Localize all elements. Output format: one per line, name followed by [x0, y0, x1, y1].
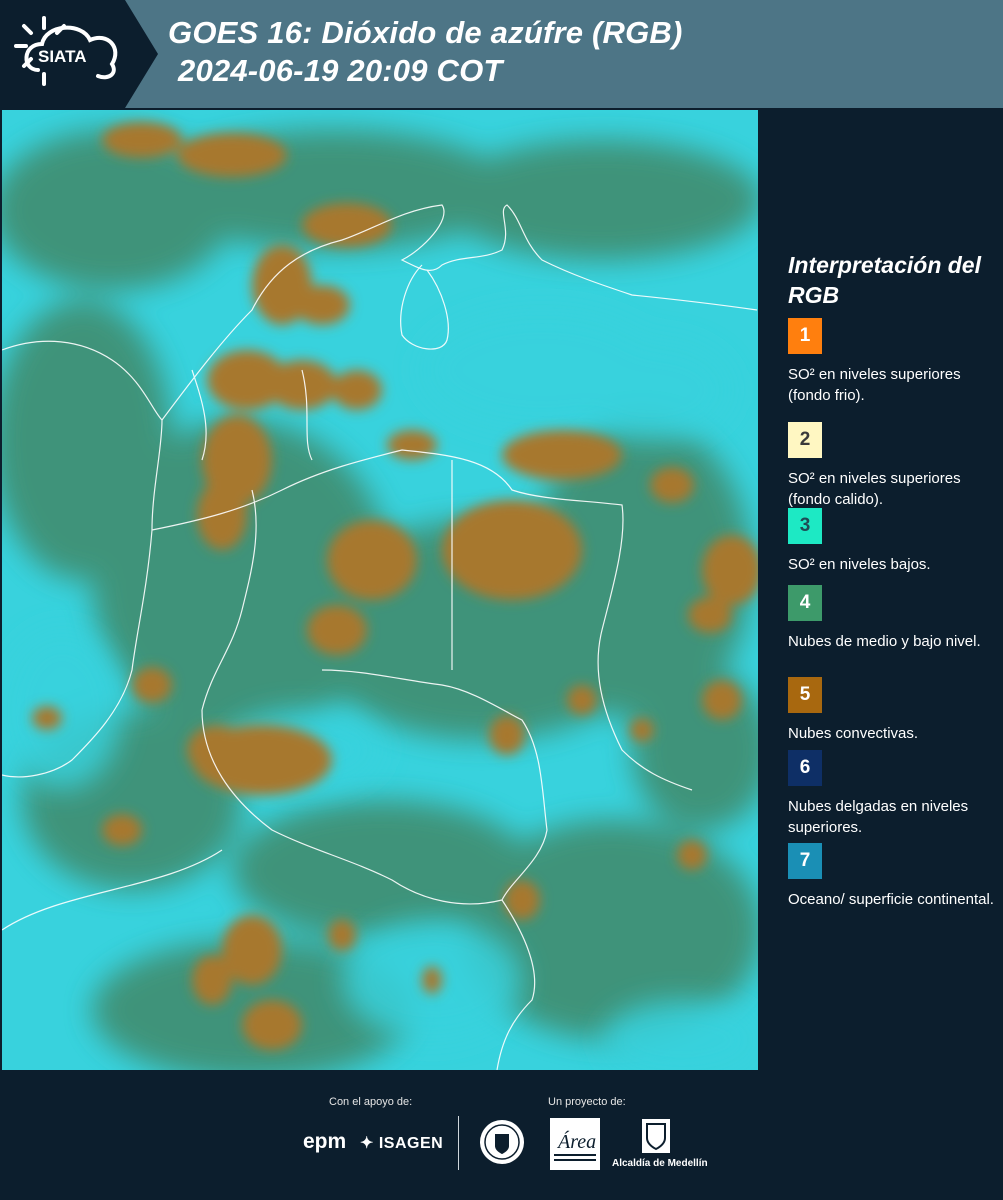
medellin-seal-icon [480, 1120, 524, 1164]
legend-label: Oceano/ superficie continental. [788, 891, 994, 908]
legend-swatch: 6 [788, 750, 822, 786]
siata-logo-text: SIATA [38, 47, 86, 66]
legend-swatch: 5 [788, 677, 822, 713]
legend-swatch: 4 [788, 585, 822, 621]
legend-label: Nubes delgadas en niveles superiores. [788, 798, 969, 836]
area-metropolitana-logo-icon: Área [550, 1118, 600, 1170]
legend-title: Interpretación del RGB [788, 252, 981, 308]
legend-item-4: 4 Nubes de medio y bajo nivel. [788, 585, 998, 652]
isagen-logo: ✦ ISAGEN [360, 1135, 444, 1152]
legend-item-2: 2 SO² en niveles superiores (fondo calido… [788, 422, 998, 510]
project-caption: Un proyecto de: [548, 1096, 626, 1108]
legend-item-5: 5 Nubes convectivas. [788, 677, 998, 744]
siata-logo-icon: SIATA [14, 16, 118, 86]
legend-label: SO² en niveles superiores (fondo calido)… [788, 470, 961, 508]
satellite-image [2, 110, 758, 1070]
legend-item-7: 7 Oceano/ superficie continental. [788, 843, 998, 910]
satellite-map-svg [2, 110, 758, 1070]
footer-divider [458, 1116, 459, 1170]
legend-swatch: 2 [788, 422, 822, 458]
support-caption: Con el apoyo de: [329, 1096, 413, 1108]
page-title: GOES 16: Dióxido de azúfre (RGB) 2024-06… [168, 14, 683, 90]
legend-swatch: 1 [788, 318, 822, 354]
legend-item-1: 1 SO² en niveles superiores (fondo frio). [788, 318, 998, 406]
legend-swatch: 3 [788, 508, 822, 544]
footer: Con el apoyo de: Un proyecto de: epm ✦ I… [0, 1070, 1003, 1200]
isagen-logo-text: ISAGEN [378, 1135, 444, 1152]
header: SIATA GOES 16: Dióxido de azúfre (RGB) 2… [0, 0, 1003, 108]
title-line-product: GOES 16: Dióxido de azúfre (RGB) [168, 15, 683, 50]
legend-item-6: 6 Nubes delgadas en niveles superiores. [788, 750, 998, 838]
legend-label: Nubes de medio y bajo nivel. [788, 633, 981, 650]
alcaldia-crest-icon [642, 1119, 670, 1153]
legend-label: Nubes convectivas. [788, 725, 919, 742]
svg-text:Área: Área [556, 1130, 596, 1153]
legend-label: SO² en niveles superiores (fondo frio). [788, 366, 961, 404]
legend-panel: Interpretación del RGB 1 SO² en niveles s… [760, 110, 1003, 1070]
epm-logo: epm [303, 1130, 347, 1153]
alcaldia-label: Alcaldía de Medellín [612, 1158, 708, 1169]
title-line-timestamp: 2024-06-19 20:09 COT [178, 53, 503, 88]
legend-label: SO² en niveles bajos. [788, 556, 931, 573]
legend-item-3: 3 SO² en niveles bajos. [788, 508, 998, 575]
legend-swatch: 7 [788, 843, 822, 879]
